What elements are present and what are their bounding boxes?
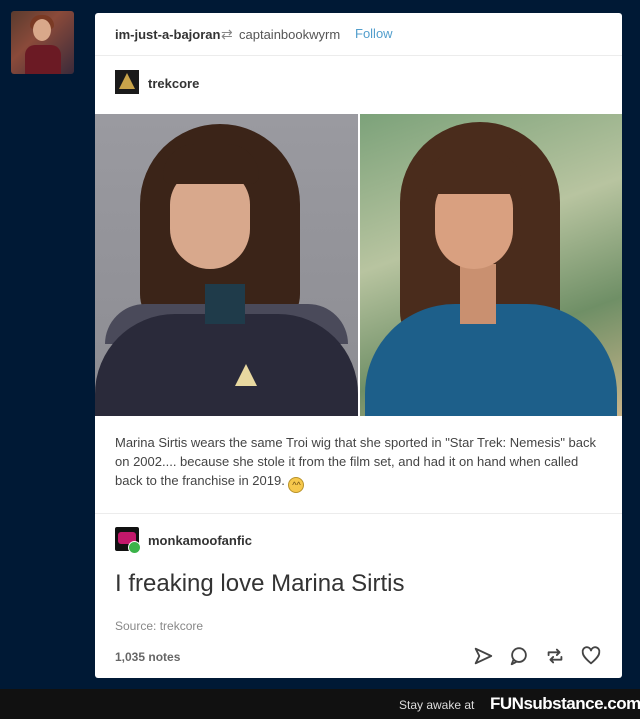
source-avatar[interactable] (115, 70, 139, 94)
reblog-icon: ⇄ (221, 26, 233, 42)
post-card: im-just-a-bajoran ⇄ captainbookwyrm Foll… (95, 13, 622, 678)
post-actions (472, 645, 602, 667)
notes-count[interactable]: 1,035 notes (115, 650, 180, 664)
reply-icon[interactable] (508, 645, 530, 667)
reply-text: I freaking love Marina Sirtis (115, 570, 405, 597)
source-username[interactable]: trekcore (148, 76, 199, 91)
reply-username[interactable]: monkamoofanfic (148, 533, 252, 548)
caption-text: Marina Sirtis wears the same Troi wig th… (115, 435, 597, 488)
starfleet-delta-icon (235, 364, 257, 386)
share-icon[interactable] (472, 645, 494, 667)
laughing-emoji-icon: ^^ (288, 477, 305, 493)
reblogger-avatar[interactable] (11, 11, 74, 74)
source-link[interactable]: Source: trekcore (115, 619, 203, 633)
reblogger-username[interactable]: im-just-a-bajoran (115, 27, 220, 42)
footer-tagline: Stay awake at (399, 698, 475, 712)
follow-button[interactable]: Follow (355, 26, 393, 41)
like-icon[interactable] (580, 645, 602, 667)
post-caption: Marina Sirtis wears the same Troi wig th… (115, 433, 605, 493)
reply-avatar[interactable] (115, 527, 141, 554)
reblog-action-icon[interactable] (544, 645, 566, 667)
footer-brand-logo[interactable]: FUNsubstance.com (490, 694, 640, 714)
photo-sirtis-2019[interactable] (360, 114, 622, 416)
reblogged-from-username[interactable]: captainbookwyrm (239, 27, 340, 42)
divider (95, 513, 622, 514)
site-footer: Stay awake at FUNsubstance.com (0, 689, 640, 719)
photo-troi-uniform[interactable] (95, 114, 358, 416)
post-header: im-just-a-bajoran ⇄ captainbookwyrm Foll… (95, 13, 622, 56)
